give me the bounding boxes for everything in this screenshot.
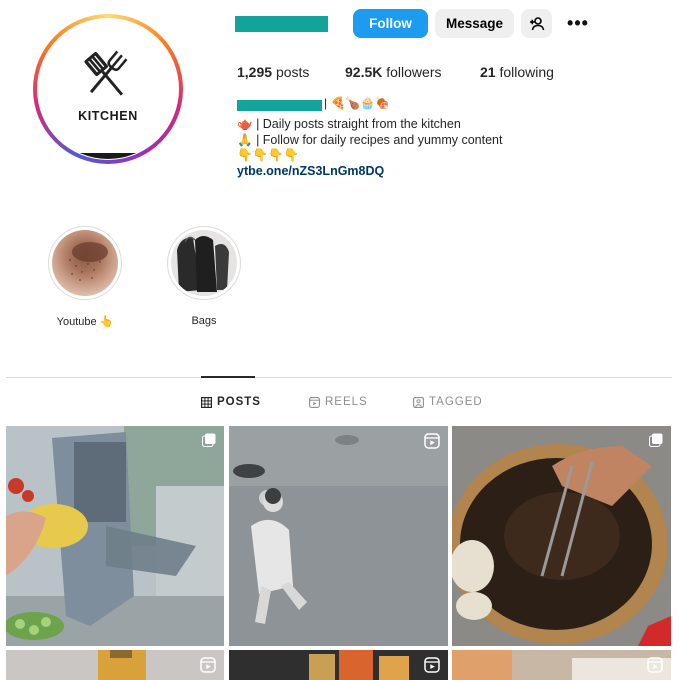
message-button[interactable]: Message	[435, 9, 514, 38]
tabs-divider	[6, 377, 672, 378]
tab-posts[interactable]: POSTS	[201, 396, 261, 408]
highlight-cover	[167, 226, 241, 300]
bio-name-emojis: | 🍕🍗🧁🍖	[324, 96, 391, 110]
teapot-icon: 🫖	[237, 117, 253, 131]
active-tab-indicator	[201, 376, 255, 378]
highlight-label: Bags	[191, 315, 217, 327]
reels-icon	[309, 396, 320, 408]
bio-line-3: 👇👇👇👇	[237, 148, 300, 162]
tab-tagged[interactable]: TAGGED	[413, 396, 483, 408]
posts-count: 1,295 posts	[237, 64, 310, 80]
post-thumbnail[interactable]	[229, 650, 448, 680]
post-image-frying-pot	[452, 426, 671, 646]
avatar-logo-text: KITCHEN	[78, 109, 138, 123]
bio-link[interactable]: ytbe.one/nZS3LnGm8DQ	[237, 164, 384, 178]
username-redacted	[235, 16, 328, 32]
suggest-users-button[interactable]	[521, 9, 552, 38]
post-thumbnail[interactable]	[229, 426, 448, 646]
highlight-youtube[interactable]: Youtube 👆	[47, 226, 123, 328]
pray-icon: 🙏	[237, 133, 253, 147]
highlight-cover	[48, 226, 122, 300]
following-count[interactable]: 21 following	[480, 64, 554, 80]
grid-icon	[201, 396, 212, 408]
reels-icon	[200, 657, 216, 673]
bio-name-redacted	[237, 100, 322, 111]
spatula-fork-logo-icon	[84, 50, 128, 96]
tag-icon	[413, 396, 424, 408]
profile-avatar[interactable]: KITCHEN	[33, 14, 183, 164]
post-thumbnail[interactable]	[452, 426, 671, 646]
post-thumbnail[interactable]	[452, 650, 671, 680]
post-image-child-walking	[229, 426, 448, 646]
highlight-label: Youtube 👆	[56, 316, 114, 328]
followers-count[interactable]: 92.5K followers	[345, 64, 442, 80]
highlight-bags[interactable]: Bags	[166, 226, 242, 327]
add-user-icon	[529, 16, 544, 30]
bio-line-2: 🙏 | Follow for daily recipes and yummy c…	[237, 133, 503, 147]
carousel-icon	[649, 433, 663, 447]
bio-line-1: 🫖 | Daily posts straight from the kitche…	[237, 117, 461, 131]
reels-icon	[424, 433, 440, 449]
post-thumbnail[interactable]	[6, 426, 224, 646]
carousel-icon	[202, 433, 216, 447]
avatar-image: KITCHEN	[38, 19, 178, 159]
post-image-vegetable-slicer	[6, 426, 224, 646]
reels-icon	[647, 657, 663, 673]
more-options-icon[interactable]: •••	[564, 12, 592, 34]
tab-reels[interactable]: REELS	[309, 396, 368, 408]
post-thumbnail[interactable]	[6, 650, 224, 680]
follow-button[interactable]: Follow	[353, 9, 428, 38]
reels-icon	[424, 657, 440, 673]
